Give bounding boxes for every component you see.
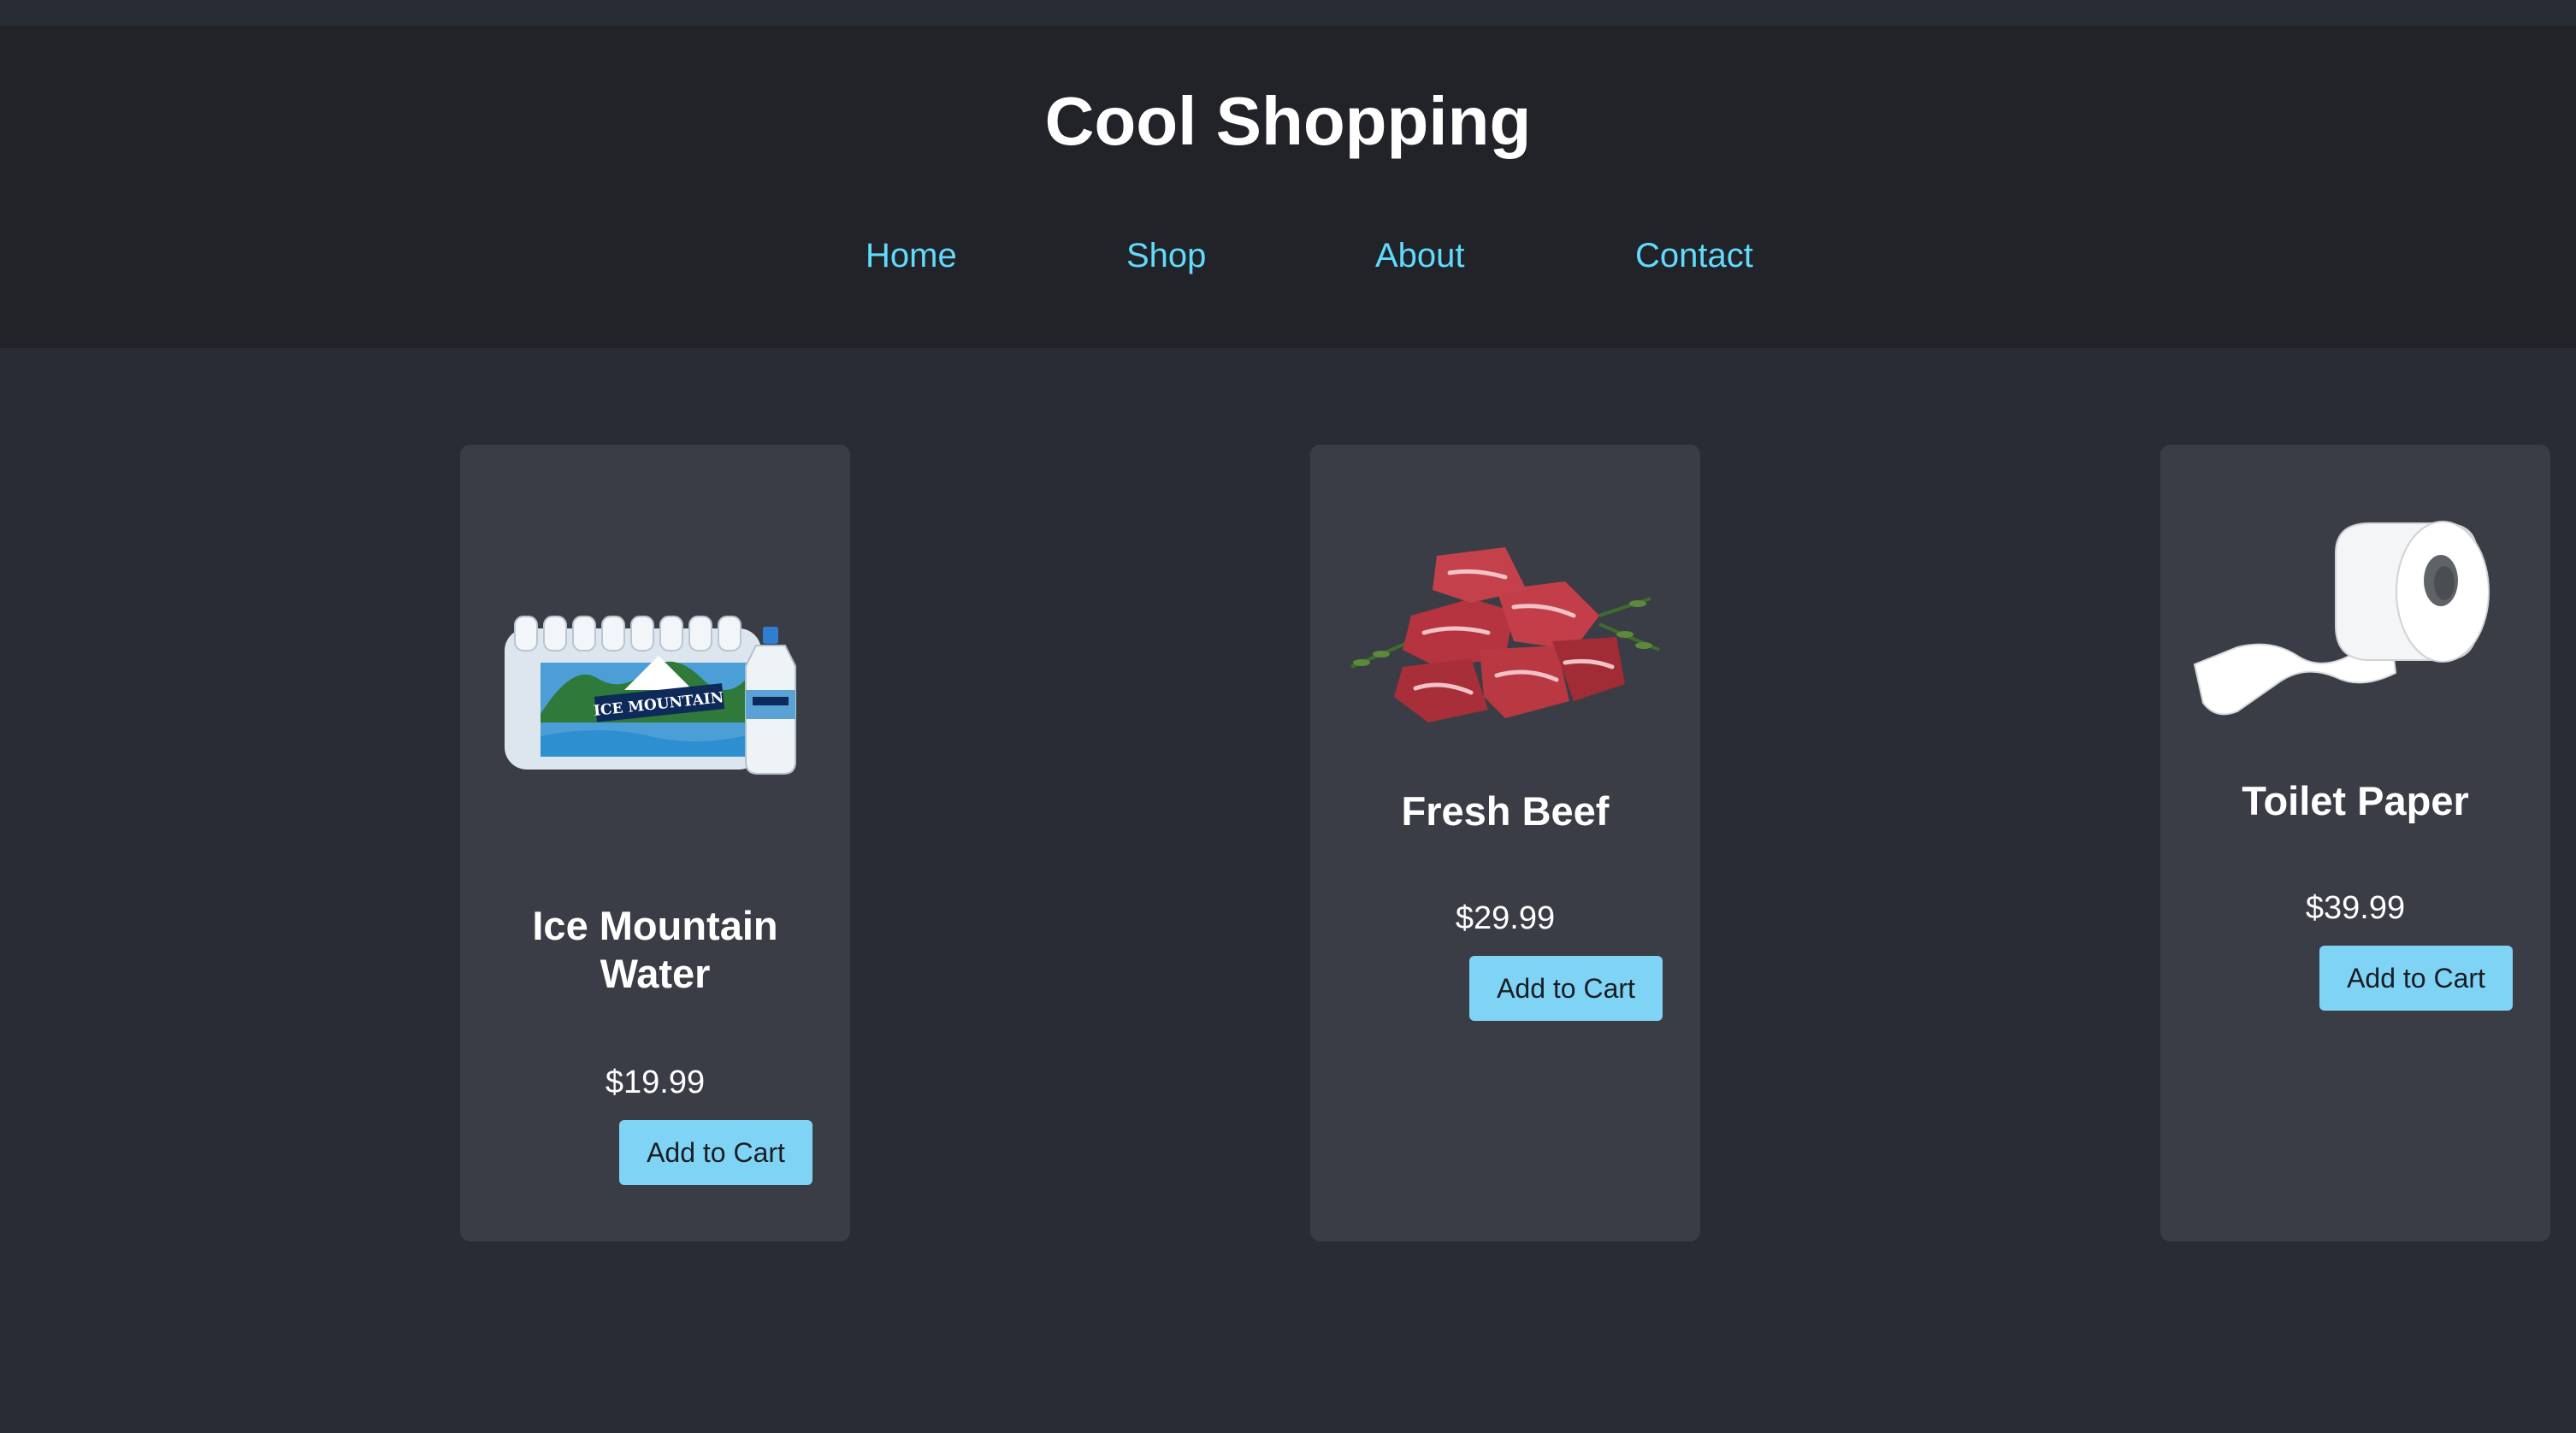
add-to-cart-button[interactable]: Add to Cart <box>619 1120 812 1185</box>
nav-link-about[interactable]: About <box>1375 235 1465 276</box>
product-name: Fresh Beef <box>1401 788 1610 834</box>
product-card-ice-mountain-water: ICE MOUNTAIN Ice Mountain Water $19.99 A… <box>460 445 850 1241</box>
product-name-line-2: Water <box>600 951 711 996</box>
nav-link-shop[interactable]: Shop <box>1126 235 1206 276</box>
product-price: $19.99 <box>605 1064 706 1100</box>
site-header: Cool Shopping Home Shop About Contact <box>0 26 2576 348</box>
raw-beef-image <box>1350 547 1660 722</box>
product-card-toilet-paper: Toilet Paper $39.99 Add to Cart <box>2160 445 2550 1241</box>
product-name-line-1: Ice Mountain <box>532 903 778 948</box>
nav-link-contact[interactable]: Contact <box>1635 235 1753 276</box>
add-to-cart-button[interactable]: Add to Cart <box>2319 946 2513 1011</box>
water-bottle-pack-image: ICE MOUNTAIN <box>505 616 796 775</box>
product-name: Toilet Paper <box>2242 778 2469 823</box>
product-name: Ice Mountain Water <box>460 902 850 998</box>
add-to-cart-button[interactable]: Add to Cart <box>1469 956 1663 1021</box>
product-price: $29.99 <box>1455 900 1556 936</box>
product-price: $39.99 <box>2305 890 2406 926</box>
site-title: Cool Shopping <box>1044 83 1532 159</box>
top-strip <box>0 0 2576 26</box>
toilet-paper-roll-image <box>2193 521 2490 716</box>
product-card-fresh-beef: Fresh Beef $29.99 Add to Cart <box>1310 445 1700 1241</box>
nav-link-home[interactable]: Home <box>866 235 957 276</box>
